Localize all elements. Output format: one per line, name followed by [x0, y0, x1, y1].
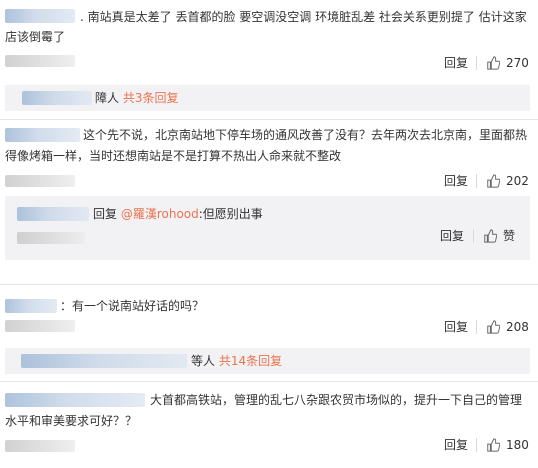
like-button[interactable]: 270	[486, 54, 529, 72]
username-blurred[interactable]	[5, 299, 57, 313]
sub-reply-text: :但愿别出事	[198, 207, 263, 221]
like-count: 270	[506, 56, 529, 70]
sub-like-button[interactable]: 赞	[483, 227, 515, 245]
sub-reply-prefix: 回复	[93, 207, 118, 221]
reply-label: 回复	[444, 438, 469, 452]
timestamp-blurred	[5, 175, 75, 187]
username-blurred[interactable]	[5, 9, 75, 23]
comment-text: ：有一个说南站好话的吗？	[60, 299, 205, 313]
thumbs-up-icon	[484, 229, 497, 243]
reply-button[interactable]: 回复	[444, 318, 468, 336]
reply-summary-bar[interactable]: 障人 共3条回复	[5, 85, 530, 111]
view-replies-link[interactable]: 共3条回复	[123, 91, 179, 105]
divider	[0, 119, 538, 120]
sub-replier-blurred[interactable]	[17, 207, 89, 221]
reply-button[interactable]: 回复	[444, 54, 468, 72]
action-separator	[476, 174, 477, 188]
like-label: 赞	[503, 229, 516, 243]
comment-text: 大首都高铁站，管理的乱七八杂跟农贸市场似的，提升一下自己的管理	[150, 393, 523, 407]
timestamp-blurred	[5, 55, 75, 67]
sub-timestamp-blurred	[17, 232, 85, 244]
username-blurred[interactable]	[5, 393, 145, 407]
reply-label: 回复	[444, 320, 469, 334]
comment-text: 这个先不说，北京南站地下停车场的通风改善了没有？去年两次去北京南，里面都热	[83, 128, 528, 142]
view-replies-link[interactable]: 共14条回复	[219, 354, 282, 368]
timestamp-blurred	[5, 440, 75, 452]
like-button[interactable]: 208	[486, 318, 529, 336]
action-separator	[473, 229, 474, 243]
action-separator	[476, 438, 477, 452]
replier-suffix: 障人	[95, 91, 120, 105]
replier-suffix: 等人	[191, 354, 216, 368]
thumbs-up-icon	[487, 320, 500, 334]
divider	[0, 381, 538, 382]
like-button[interactable]: 180	[486, 436, 529, 454]
sub-reply-box: 回复 @羅漢rohood:但愿别出事 回复 赞	[5, 196, 530, 260]
replier-names-blurred	[22, 91, 92, 105]
username-blurred[interactable]	[5, 128, 80, 142]
like-button[interactable]: 202	[486, 172, 529, 190]
replier-names-blurred	[21, 354, 187, 368]
mention-link[interactable]: @羅漢rohood	[121, 207, 199, 221]
comment-text-cont: 水平和审美要求可好？？	[5, 414, 138, 428]
thumbs-up-icon	[487, 438, 500, 452]
reply-label: 回复	[444, 174, 469, 188]
thumbs-up-icon	[487, 174, 500, 188]
divider	[0, 284, 538, 285]
action-separator	[476, 56, 477, 70]
comment-text-cont: 得像烤箱一样，当时还想南站是不是打算不热出人命来就不整改	[5, 149, 342, 163]
reply-button[interactable]: 回复	[444, 172, 468, 190]
action-separator	[476, 320, 477, 334]
like-count: 208	[506, 320, 529, 334]
reply-button[interactable]: 回复	[444, 436, 468, 454]
thumbs-up-icon	[487, 56, 500, 70]
comment-text-cont: 店该倒霉了	[5, 30, 66, 44]
like-count: 180	[506, 438, 529, 452]
reply-label: 回复	[444, 56, 469, 70]
sub-reply-button[interactable]: 回复	[440, 227, 464, 245]
like-count: 202	[506, 174, 529, 188]
comment-text: . 南站真是太差了 丢首都的脸 要空调没空调 环境脏乱差 社会关系更别提了 估计…	[80, 10, 527, 24]
timestamp-blurred	[5, 320, 75, 332]
reply-summary-bar[interactable]: 等人 共14条回复	[5, 348, 530, 374]
reply-label: 回复	[440, 229, 465, 243]
